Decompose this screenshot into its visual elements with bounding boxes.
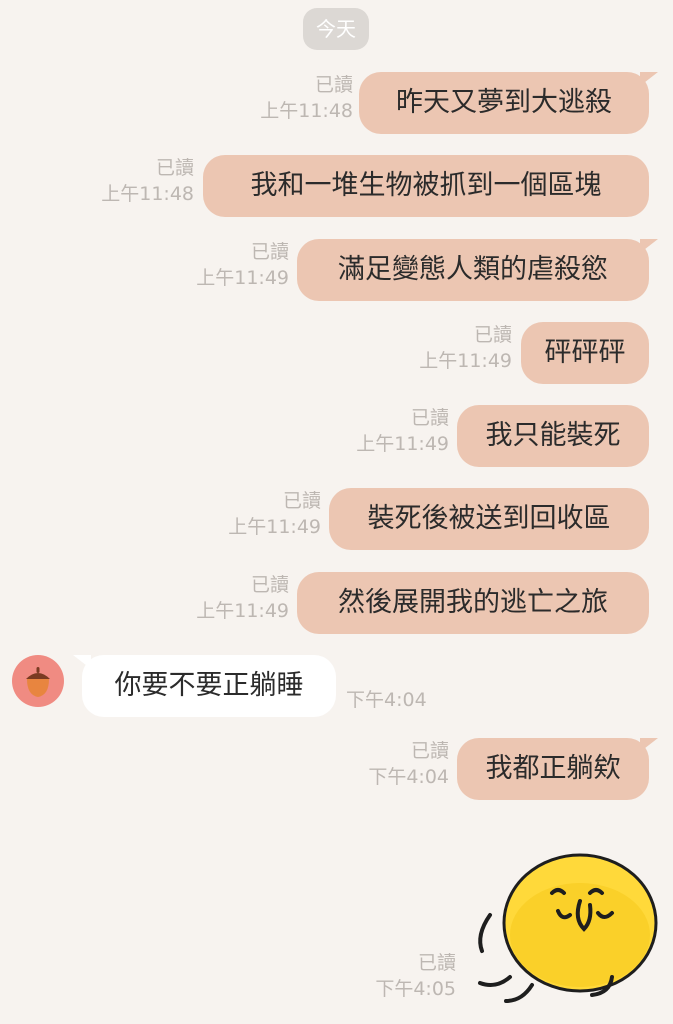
message-row: 已讀 上午11:49 裝死後被送到回收區 bbox=[0, 488, 673, 552]
message-row: 已讀 上午11:49 我只能裝死 bbox=[0, 405, 673, 469]
read-receipt: 已讀 bbox=[314, 74, 353, 96]
timestamp: 上午11:48 bbox=[101, 183, 194, 205]
outgoing-message-bubble[interactable]: 我和一堆生物被抓到一個區塊 bbox=[203, 155, 649, 217]
read-receipt: 已讀 bbox=[155, 157, 194, 179]
outgoing-message-bubble[interactable]: 我只能裝死 bbox=[457, 405, 649, 467]
outgoing-message-bubble[interactable]: 裝死後被送到回收區 bbox=[329, 488, 649, 550]
read-receipt: 已讀 bbox=[473, 324, 512, 346]
timestamp: 上午11:49 bbox=[196, 267, 289, 289]
timestamp: 上午11:49 bbox=[419, 350, 512, 372]
acorn-avatar-icon[interactable] bbox=[12, 655, 64, 707]
timestamp: 上午11:49 bbox=[196, 600, 289, 622]
message-row: 已讀 上午11:48 昨天又夢到大逃殺 bbox=[0, 72, 673, 136]
message-meta: 已讀 上午11:48 bbox=[260, 72, 353, 124]
message-meta: 已讀 下午4:04 bbox=[368, 738, 449, 790]
timestamp: 上午11:49 bbox=[356, 433, 449, 455]
yellow-blob-sticker[interactable] bbox=[462, 845, 662, 1015]
message-meta: 已讀 上午11:49 bbox=[196, 572, 289, 624]
message-meta: 已讀 上午11:49 bbox=[356, 405, 449, 457]
outgoing-message-bubble[interactable]: 昨天又夢到大逃殺 bbox=[359, 72, 658, 134]
timestamp: 上午11:48 bbox=[260, 100, 353, 122]
message-meta: 已讀 上午11:49 bbox=[196, 239, 289, 291]
date-separator: 今天 bbox=[303, 8, 369, 50]
message-row: 已讀 上午11:49 然後展開我的逃亡之旅 bbox=[0, 572, 673, 636]
outgoing-message-bubble[interactable]: 砰砰砰 bbox=[521, 322, 649, 384]
message-meta: 已讀 上午11:48 bbox=[101, 155, 194, 207]
outgoing-message-bubble[interactable]: 我都正躺欸 bbox=[457, 738, 658, 800]
timestamp: 下午4:04 bbox=[346, 689, 427, 711]
outgoing-message-bubble[interactable]: 然後展開我的逃亡之旅 bbox=[297, 572, 649, 634]
message-row: 已讀 下午4:04 我都正躺欸 bbox=[0, 738, 673, 802]
read-receipt: 已讀 bbox=[282, 490, 321, 512]
read-receipt: 已讀 bbox=[250, 574, 289, 596]
message-meta: 已讀 下午4:05 bbox=[375, 950, 456, 1002]
message-meta: 已讀 上午11:49 bbox=[419, 322, 512, 374]
message-row: 你要不要正躺睡 下午4:04 bbox=[0, 653, 673, 723]
read-receipt: 已讀 bbox=[410, 740, 449, 762]
message-row: 已讀 上午11:48 我和一堆生物被抓到一個區塊 bbox=[0, 155, 673, 219]
timestamp: 上午11:49 bbox=[228, 516, 321, 538]
read-receipt: 已讀 bbox=[410, 407, 449, 429]
outgoing-message-bubble[interactable]: 滿足變態人類的虐殺慾 bbox=[297, 239, 658, 301]
message-meta: 已讀 上午11:49 bbox=[228, 488, 321, 540]
timestamp: 下午4:04 bbox=[368, 766, 449, 788]
incoming-message-bubble[interactable]: 你要不要正躺睡 bbox=[73, 655, 336, 717]
message-row: 已讀 上午11:49 砰砰砰 bbox=[0, 322, 673, 386]
read-receipt: 已讀 bbox=[250, 241, 289, 263]
message-row: 已讀 上午11:49 滿足變態人類的虐殺慾 bbox=[0, 239, 673, 303]
timestamp: 下午4:05 bbox=[375, 978, 456, 1000]
read-receipt: 已讀 bbox=[417, 952, 456, 974]
